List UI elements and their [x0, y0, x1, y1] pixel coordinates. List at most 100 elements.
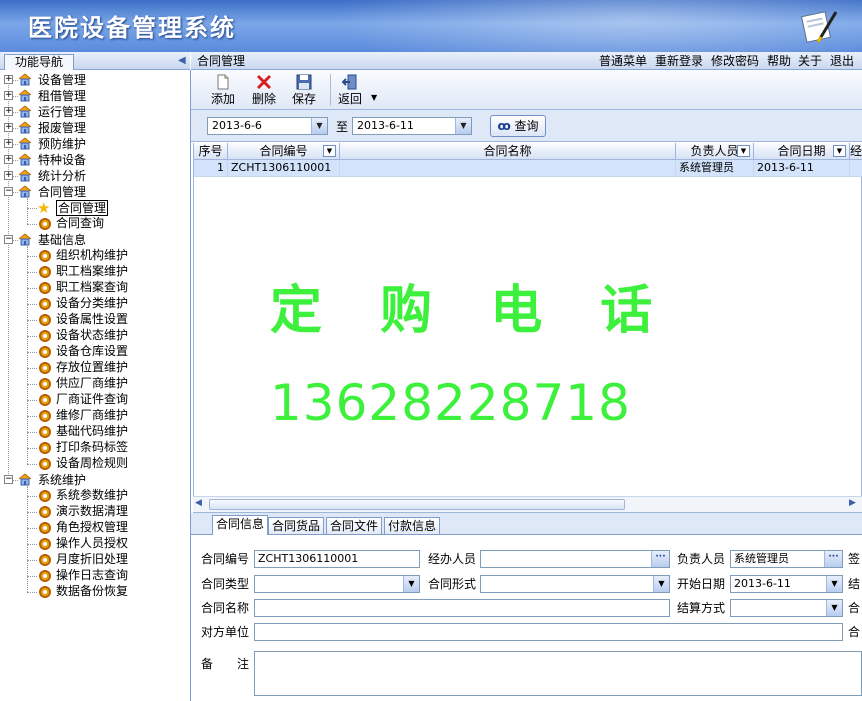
nav-group-1[interactable]: + 租借管理 — [0, 88, 190, 104]
nav-item-7-1[interactable]: 合同查询 — [0, 216, 190, 232]
nav-group-0[interactable]: + 设备管理 — [0, 72, 190, 88]
expand-icon[interactable]: + — [4, 155, 13, 164]
nav-item-8-5[interactable]: 设备状态维护 — [0, 328, 190, 344]
date-to-select[interactable]: 2013-6-11 ▼ — [352, 117, 472, 135]
contract-no-field[interactable]: ZCHT1306110001 — [254, 550, 420, 568]
menu-help[interactable]: 帮助 — [767, 52, 791, 70]
nav-item-8-1[interactable]: 职工档案维护 — [0, 264, 190, 280]
contract-name-field[interactable] — [254, 599, 670, 617]
nav-item-8-8[interactable]: 供应厂商维护 — [0, 376, 190, 392]
nav-item-9-0[interactable]: 系统参数维护 — [0, 488, 190, 504]
contract-form-select[interactable]: ▼ — [480, 575, 670, 593]
chevron-down-icon[interactable]: ▼ — [826, 600, 842, 616]
table-row-cell-owner[interactable]: 系统管理员 — [676, 160, 754, 177]
table-row-cell-handler[interactable] — [850, 160, 862, 177]
nav-item-8-11[interactable]: 基础代码维护 — [0, 424, 190, 440]
nav-item-8-2[interactable]: 职工档案查询 — [0, 280, 190, 296]
nav-item-7-0[interactable]: ★ 合同管理 — [0, 200, 190, 216]
nav-group-2[interactable]: + 运行管理 — [0, 104, 190, 120]
table-row-cell-index[interactable]: 1 — [194, 160, 228, 177]
menu-change-password[interactable]: 修改密码 — [711, 52, 759, 70]
nav-item-8-12[interactable]: 打印条码标签 — [0, 440, 190, 456]
handler-field[interactable]: ··· — [480, 550, 670, 568]
nav-item-8-7[interactable]: 存放位置维护 — [0, 360, 190, 376]
nav-group-4[interactable]: + 预防维护 — [0, 136, 190, 152]
nav-group-6[interactable]: + 统计分析 — [0, 168, 190, 184]
nav-item-8-4[interactable]: 设备属性设置 — [0, 312, 190, 328]
add-button[interactable]: 添加 — [207, 72, 239, 108]
tab-contract-files[interactable]: 合同文件 — [326, 517, 383, 534]
scroll-right-icon[interactable]: ▶ — [849, 498, 856, 508]
menu-relogin[interactable]: 重新登录 — [655, 52, 703, 70]
expand-icon[interactable]: + — [4, 107, 13, 116]
chevron-down-icon[interactable]: ▼ — [455, 118, 471, 134]
nav-item-8-10[interactable]: 维修厂商维护 — [0, 408, 190, 424]
nav-item-9-6[interactable]: 数据备份恢复 — [0, 584, 190, 600]
table-row-cell-contract-name[interactable] — [340, 160, 676, 177]
nav-group-3[interactable]: + 报废管理 — [0, 120, 190, 136]
owner-field[interactable]: 系统管理员 ··· — [730, 550, 843, 568]
query-button[interactable]: ꝏ 查询 — [490, 115, 546, 137]
col-header-contract-no[interactable]: 合同编号 ▼ — [228, 143, 340, 160]
nav-item-8-0[interactable]: 组织机构维护 — [0, 248, 190, 264]
filter-dropdown-icon[interactable]: ▼ — [323, 145, 336, 157]
tab-payment-info[interactable]: 付款信息 — [384, 517, 441, 534]
date-from-select[interactable]: 2013-6-6 ▼ — [207, 117, 328, 135]
col-header-handler[interactable]: 经 — [850, 143, 862, 160]
tab-function-nav[interactable]: 功能导航 — [4, 54, 74, 70]
remark-textarea[interactable] — [254, 651, 862, 696]
nav-item-9-2[interactable]: 角色授权管理 — [0, 520, 190, 536]
expand-icon[interactable]: + — [4, 75, 13, 84]
collapse-icon[interactable]: − — [4, 475, 13, 484]
delete-button[interactable]: 删除 — [248, 72, 280, 108]
chevron-down-icon[interactable]: ▼ — [826, 576, 842, 592]
expand-icon[interactable]: + — [4, 171, 13, 180]
collapse-nav-icon[interactable]: ◀ — [178, 55, 186, 66]
filter-dropdown-icon[interactable]: ▼ — [833, 145, 846, 157]
scroll-thumb[interactable] — [209, 499, 625, 510]
chevron-down-icon[interactable]: ▼ — [311, 118, 327, 134]
counterparty-field[interactable] — [254, 623, 843, 641]
scroll-left-icon[interactable]: ◀ — [195, 498, 202, 508]
chevron-down-icon[interactable]: ▼ — [653, 576, 669, 592]
nav-group-7[interactable]: − 合同管理 — [0, 184, 190, 200]
start-date-select[interactable]: 2013-6-11 ▼ — [730, 575, 843, 593]
collapse-icon[interactable]: − — [4, 235, 13, 244]
chevron-down-icon[interactable]: ▼ — [403, 576, 419, 592]
ellipsis-icon[interactable]: ··· — [651, 551, 669, 567]
expand-icon[interactable]: + — [4, 139, 13, 148]
horizontal-scrollbar[interactable]: ◀ ▶ — [193, 496, 862, 512]
menu-exit[interactable]: 退出 — [830, 52, 854, 70]
settlement-select[interactable]: ▼ — [730, 599, 843, 617]
save-button[interactable]: 保存 — [288, 72, 320, 108]
expand-icon[interactable]: + — [4, 123, 13, 132]
menu-normal[interactable]: 普通菜单 — [599, 52, 647, 70]
table-row-cell-contract-no[interactable]: ZCHT1306110001 — [228, 160, 340, 177]
menu-about[interactable]: 关于 — [798, 52, 822, 70]
nav-item-8-6[interactable]: 设备仓库设置 — [0, 344, 190, 360]
nav-item-9-5[interactable]: 操作日志查询 — [0, 568, 190, 584]
expand-icon[interactable]: + — [4, 91, 13, 100]
nav-item-8-9[interactable]: 厂商证件查询 — [0, 392, 190, 408]
col-header-contract-date[interactable]: 合同日期 ▼ — [754, 143, 850, 160]
tab-contract-info[interactable]: 合同信息 — [212, 515, 269, 535]
nav-item-9-1[interactable]: 演示数据清理 — [0, 504, 190, 520]
ellipsis-icon[interactable]: ··· — [824, 551, 842, 567]
nav-item-8-13[interactable]: 设备周检规则 — [0, 456, 190, 472]
table-row-cell-date[interactable]: 2013-6-11 — [754, 160, 850, 177]
nav-group-9[interactable]: − 系统维护 — [0, 472, 190, 488]
contract-type-select[interactable]: ▼ — [254, 575, 420, 593]
back-button[interactable]: 返回 — [334, 72, 366, 108]
col-header-index[interactable]: 序号 — [194, 143, 228, 160]
col-header-contract-name[interactable]: 合同名称 — [340, 143, 676, 160]
toolbar-more-icon[interactable]: ▼ — [371, 93, 377, 102]
nav-item-9-4[interactable]: 月度折旧处理 — [0, 552, 190, 568]
tab-contract-goods[interactable]: 合同货品 — [268, 517, 325, 534]
nav-group-8[interactable]: − 基础信息 — [0, 232, 190, 248]
collapse-icon[interactable]: − — [4, 187, 13, 196]
nav-group-5[interactable]: + 特种设备 — [0, 152, 190, 168]
nav-item-9-3[interactable]: 操作人员授权 — [0, 536, 190, 552]
nav-item-8-3[interactable]: 设备分类维护 — [0, 296, 190, 312]
filter-dropdown-icon[interactable]: ▼ — [737, 145, 750, 157]
col-header-owner[interactable]: 负责人员 ▼ — [676, 143, 754, 160]
